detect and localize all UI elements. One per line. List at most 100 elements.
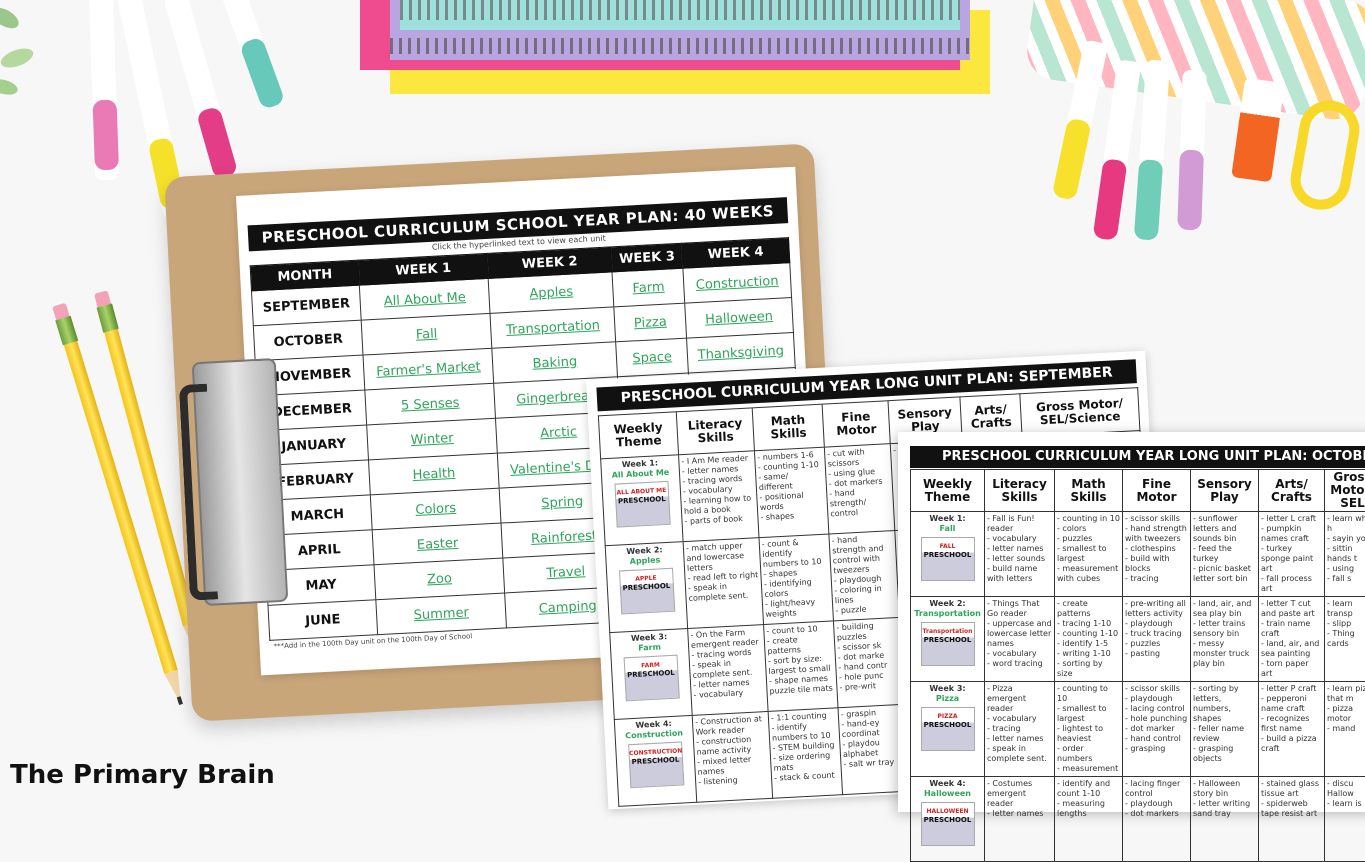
- unit-cover-thumbnail[interactable]: ALL ABOUT MEPRESCHOOL: [614, 481, 670, 528]
- skill-line: - spiderweb tape resist art: [1261, 799, 1322, 819]
- skill-cell: - counting to 10- smallest to largest- l…: [1055, 682, 1123, 777]
- unit-link[interactable]: Pizza: [614, 303, 686, 342]
- skill-line: - letter names: [987, 734, 1052, 744]
- cover-label: PRESCHOOL: [922, 550, 974, 560]
- skill-cell: - lacing finger control- playdough- dot …: [1123, 777, 1191, 862]
- skill-line: - tracing: [1125, 574, 1188, 584]
- skill-line: - tracing: [987, 724, 1052, 734]
- unit-link[interactable]: Halloween: [685, 298, 794, 339]
- skill-cell: - learn pizza that m- pizza motor- mand: [1325, 682, 1365, 777]
- skill-cell: - letter L craft- pumpkin names craft- t…: [1259, 512, 1325, 597]
- skill-cell: - learn what h- sayin you- sittin hands …: [1325, 512, 1365, 597]
- skill-cell: - create patterns- tracing 1-10- countin…: [1055, 597, 1123, 682]
- skill-line: - letter trains sensory bin: [1193, 619, 1256, 639]
- unit-cover-thumbnail[interactable]: FARMPRESCHOOL: [623, 655, 679, 702]
- skill-cell: - land, air, and sea play bin- letter tr…: [1191, 597, 1259, 682]
- skill-line: - picnic basket letter sort bin: [1193, 564, 1256, 584]
- skill-line: - learn pizza that m: [1327, 684, 1365, 704]
- skill-cell: - count & identify numbers to 10- shapes…: [759, 534, 833, 625]
- column-header: Weekly Theme: [911, 470, 985, 512]
- skill-cell: - On the Farm emergent reader- tracing w…: [688, 625, 768, 716]
- skill-line: - fall process art: [1261, 574, 1322, 594]
- week-label: Week 1:: [913, 514, 982, 524]
- skill-line: - scissor skills: [1125, 514, 1188, 524]
- unit-cover-thumbnail[interactable]: HALLOWEENPRESCHOOL: [921, 802, 975, 846]
- theme-link[interactable]: Fall: [913, 524, 982, 534]
- skill-cell: - Costumes emergent reader- letter names: [985, 777, 1055, 862]
- skill-cell: - I Am Me reader- letter names- tracing …: [679, 451, 759, 542]
- skill-line: - tracing 1-10: [1057, 619, 1120, 629]
- skill-line: - feed the turkey: [1193, 544, 1256, 564]
- week-label: Week 2:: [913, 599, 982, 609]
- cover-label: PRESCHOOL: [922, 815, 974, 825]
- skill-line: - letter writing sand tray: [1193, 799, 1256, 819]
- skill-cell: - count to 10- create patterns- sort by …: [764, 621, 838, 712]
- skill-line: - counting in 10: [1057, 514, 1120, 524]
- skill-line: - build a pizza craft: [1261, 734, 1322, 754]
- skill-cell: - pre-writing all letters activity- play…: [1123, 597, 1191, 682]
- week-label: Week 4:: [913, 779, 982, 789]
- skill-line: - pre-writ: [839, 680, 900, 693]
- skill-line: - Thing cards: [1327, 629, 1365, 649]
- skill-line: - vocabulary: [987, 714, 1052, 724]
- unit-link[interactable]: Summer: [376, 593, 507, 635]
- skill-line: - turkey sponge paint art: [1261, 544, 1322, 574]
- skill-line: - pepperoni name craft: [1261, 694, 1322, 714]
- unit-cover-thumbnail[interactable]: CONSTRUCTIONPRESCHOOL: [628, 741, 684, 788]
- skill-line: - letter P craft: [1261, 684, 1322, 694]
- skill-line: - pizza motor: [1327, 704, 1365, 724]
- skill-line: - lacing finger control: [1125, 779, 1188, 799]
- theme-link[interactable]: Pizza: [913, 694, 982, 704]
- column-header: Fine Motor: [1123, 470, 1191, 512]
- skill-line: - hand strength/ control: [829, 486, 891, 519]
- skill-line: - sorting by size: [1057, 659, 1120, 679]
- skill-cell: - identify and count 1-10- measuring len…: [1055, 777, 1123, 862]
- unit-link[interactable]: Space: [616, 338, 688, 377]
- skill-cell: - scissor skills- playdough- lacing cont…: [1123, 682, 1191, 777]
- skill-line: - puzzles: [1125, 639, 1188, 649]
- theme-link[interactable]: Transportation: [913, 609, 982, 619]
- cover-label: PRESCHOOL: [629, 755, 681, 768]
- unit-cover-thumbnail[interactable]: APPLEPRESCHOOL: [619, 568, 675, 615]
- skill-line: - measurement with cubes: [1057, 564, 1120, 584]
- skill-line: - stack & count: [774, 770, 839, 783]
- skill-cell: - stained glass tissue art- spiderweb ta…: [1259, 777, 1325, 862]
- skill-line: - word tracing: [987, 659, 1052, 669]
- skill-cell: - numbers 1-6- counting 1-10- same/ diff…: [754, 447, 828, 538]
- skill-line: - land, air, and sea play bin: [1193, 599, 1256, 619]
- skill-line: - lacing control: [1125, 704, 1188, 714]
- skill-cell: - Construction at Work reader- construct…: [692, 711, 772, 802]
- skill-line: - light/heavy weights: [765, 597, 831, 620]
- skill-line: - Pizza emergent reader: [987, 684, 1052, 714]
- skill-line: - shapes: [760, 510, 825, 523]
- unit-link[interactable]: Farm: [612, 268, 684, 307]
- unit-cover-thumbnail[interactable]: PIZZAPRESCHOOL: [921, 707, 975, 751]
- skill-line: - stained glass tissue art: [1261, 779, 1322, 799]
- skill-line: - writing 1-10: [1057, 649, 1120, 659]
- unit-cover-thumbnail[interactable]: TransportationPRESCHOOL: [921, 622, 975, 666]
- month-cell: OCTOBER: [253, 320, 363, 361]
- month-cell: SEPTEMBER: [251, 285, 361, 326]
- skill-line: - create patterns: [1057, 599, 1120, 619]
- skill-line: - scissor skills: [1125, 684, 1188, 694]
- skill-cell: - building puzzles- scissor sk- dot mark…: [833, 617, 903, 707]
- skill-line: - letter L craft: [1261, 514, 1322, 524]
- week-theme-cell: Week 4:Halloween HALLOWEENPRESCHOOL: [911, 777, 985, 862]
- skill-cell: - letter T cut and paste art- train name…: [1259, 597, 1325, 682]
- skill-line: - counting 1-10: [1057, 629, 1120, 639]
- skill-line: - colors: [1057, 524, 1120, 534]
- skill-cell: - sorting by letters, numbers, shapes- f…: [1191, 682, 1259, 777]
- skill-line: - playdough: [1125, 619, 1188, 629]
- skill-line: - mand: [1327, 724, 1365, 734]
- skill-line: - measurement: [1057, 764, 1120, 774]
- week-theme-cell: Week 4:ConstructionCONSTRUCTIONPRESCHOOL: [614, 715, 696, 806]
- unit-link[interactable]: Thanksgiving: [686, 333, 795, 374]
- theme-link[interactable]: Halloween: [913, 789, 982, 799]
- unit-cover-thumbnail[interactable]: FALLPRESCHOOL: [921, 537, 975, 581]
- skill-line: - puzzle: [835, 603, 896, 616]
- skill-line: - Halloween story bin: [1193, 779, 1256, 799]
- unit-link[interactable]: Construction: [683, 263, 792, 304]
- skill-cell: - letter P craft- pepperoni name craft - …: [1259, 682, 1325, 777]
- table-row: Week 3:PizzaPIZZAPRESCHOOL- Pizza emerge…: [911, 682, 1365, 777]
- skill-line: - vocabulary: [987, 534, 1052, 544]
